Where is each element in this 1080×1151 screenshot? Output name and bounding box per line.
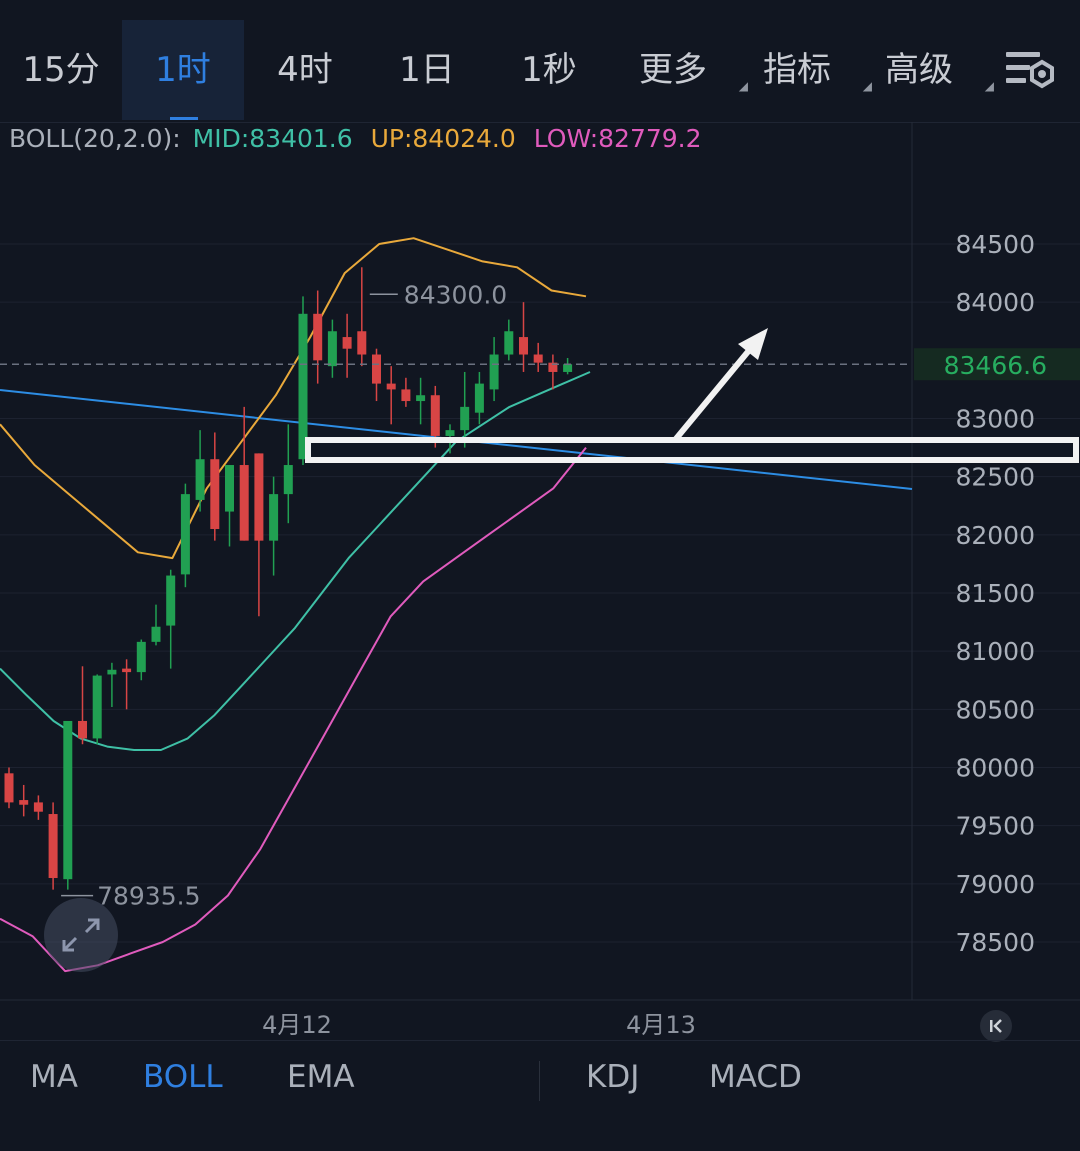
candle-body (563, 364, 573, 372)
candle-body (283, 465, 293, 495)
candle-body (92, 675, 102, 739)
candle-body (19, 800, 29, 805)
price-axis-label: 79000 (955, 870, 1035, 899)
arrow-shaft (672, 346, 754, 442)
candle-body (180, 494, 190, 575)
dropdown-triangle-icon: ◢ (984, 79, 994, 93)
chart-settings-icon[interactable] (1004, 48, 1056, 92)
candle-body (78, 720, 87, 739)
candle-body (533, 354, 543, 363)
skip-back-icon (990, 1019, 1002, 1033)
candle-body (210, 459, 220, 530)
indicator-tab-ema[interactable]: EMA (287, 1059, 355, 1095)
candle-body (342, 337, 352, 349)
candle-body (239, 465, 249, 541)
candle-body (254, 453, 264, 541)
price-axis-label: 79500 (955, 812, 1035, 841)
expand-icon (62, 918, 100, 952)
candle-body (166, 575, 176, 626)
candle-body (269, 494, 279, 541)
tab-4h[interactable]: 4时 (244, 20, 366, 120)
date-axis-label: 4月12 (262, 1011, 332, 1039)
max-price-label: 84300.0 (404, 280, 507, 309)
indicator-tab-ma[interactable]: MA (30, 1059, 78, 1095)
price-axis-label: 81000 (955, 637, 1035, 666)
tab-advanced[interactable]: 高级 ◢ (858, 20, 994, 120)
tab-indicators[interactable]: 指标 ◢ (736, 20, 872, 120)
candle-body (474, 383, 484, 413)
candle-body (33, 802, 43, 812)
tab-1d[interactable]: 1日 (366, 20, 488, 120)
price-axis-label: 81500 (955, 579, 1035, 608)
candle-body (416, 395, 426, 402)
candle-body (151, 626, 161, 642)
candle-body (489, 354, 499, 390)
tab-divider (539, 1061, 540, 1101)
candlestick-chart[interactable]: 84500 84000 83000 82500 82000 81500 81000 80500… (0, 122, 1080, 1040)
candle-body (504, 331, 514, 355)
candle-body (122, 668, 132, 673)
candle-body (136, 641, 146, 673)
indicator-tabs: MA BOLL EMA KDJ MACD (0, 1040, 1080, 1121)
candle-body (519, 337, 528, 355)
tab-more[interactable]: 更多 ◢ (612, 20, 748, 120)
current-price-label: 83466.6 (944, 351, 1047, 380)
candle-body (430, 395, 440, 436)
price-axis-label: 80500 (955, 695, 1035, 724)
candle-body (225, 465, 234, 512)
candle-body (357, 331, 367, 355)
candle-body (107, 669, 117, 675)
price-axis-label: 82500 (955, 463, 1035, 492)
tab-1h[interactable]: 1时 (122, 20, 244, 120)
support-zone-box (305, 437, 1079, 463)
candle-body (63, 720, 73, 880)
indicator-tab-macd[interactable]: MACD (709, 1059, 802, 1095)
price-axis-label: 78500 (955, 928, 1035, 957)
candle-body (372, 354, 381, 384)
tab-15m[interactable]: 15分 (0, 20, 122, 120)
price-axis-label: 84500 (955, 230, 1035, 259)
price-axis-label: 84000 (955, 288, 1035, 317)
candle-body (401, 389, 411, 402)
boll-middle-band (0, 371, 591, 751)
candle-body (460, 406, 470, 431)
candle-body (327, 331, 337, 367)
candle-body (48, 814, 58, 879)
indicator-tab-kdj[interactable]: KDJ (586, 1059, 639, 1095)
indicator-tab-boll[interactable]: BOLL (143, 1059, 223, 1095)
candle-body (195, 459, 205, 500)
scroll-to-latest-button[interactable] (980, 1010, 1012, 1042)
timeframe-tabs: 15分 1时 4时 1日 1秒 更多 ◢ 指标 ◢ 高级 ◢ (0, 0, 1080, 123)
price-axis-label: 82000 (955, 521, 1035, 550)
price-axis-label: 80000 (955, 754, 1035, 783)
price-axis-label: 83000 (955, 405, 1035, 434)
candle-body (445, 430, 455, 436)
candle-body (386, 383, 396, 390)
candle-body (4, 773, 14, 803)
date-axis-label: 4月13 (626, 1011, 696, 1039)
tab-1s[interactable]: 1秒 (488, 20, 610, 120)
candle-body (313, 313, 323, 361)
fullscreen-button[interactable] (44, 898, 118, 972)
